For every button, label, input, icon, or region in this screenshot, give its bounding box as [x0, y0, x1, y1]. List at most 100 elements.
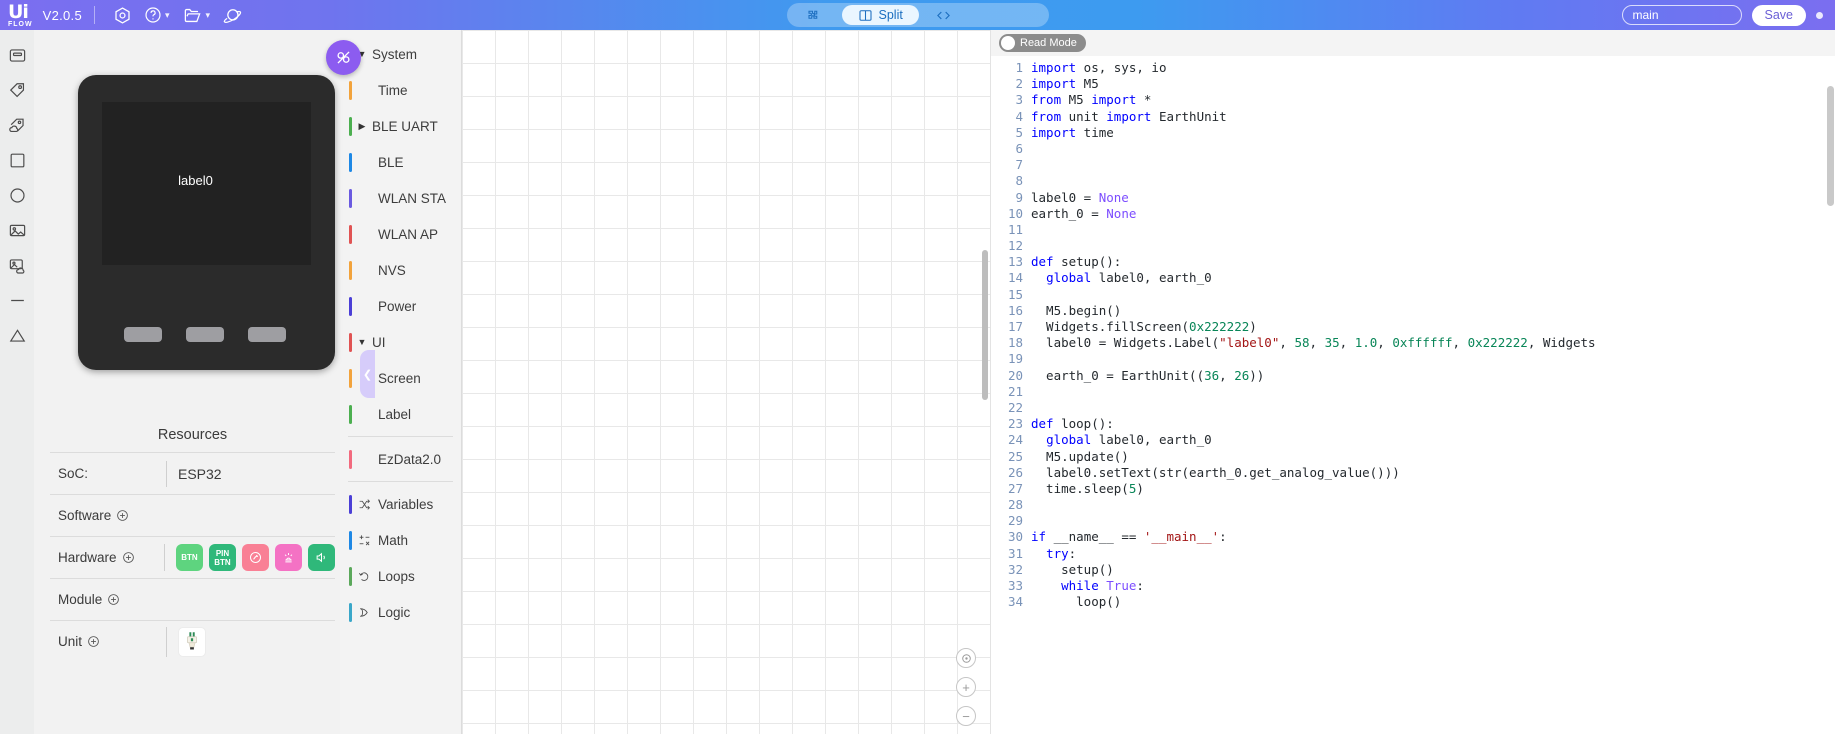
category-separator [348, 481, 453, 482]
zoom-out-button[interactable]: − [956, 706, 976, 726]
add-software-plus-icon[interactable] [116, 509, 129, 522]
circle-icon[interactable] [8, 186, 27, 205]
code-line-number: 6 [1015, 140, 1023, 156]
chip-pin-btn[interactable]: PIN BTN [209, 544, 236, 571]
category-ezdata[interactable]: EzData2.0 [340, 441, 461, 477]
category-label[interactable]: Label [340, 396, 461, 432]
code-line: def loop(): [1031, 416, 1114, 432]
center-target-icon[interactable] [956, 648, 976, 668]
chevron-down-icon[interactable]: ▼ [357, 337, 367, 347]
tab-blocks[interactable] [789, 5, 842, 25]
read-mode-toggle[interactable]: Read Mode [999, 34, 1086, 52]
code-line-number: 13 [1007, 254, 1023, 270]
code-line-number: 3 [1015, 92, 1023, 108]
add-module-plus-icon[interactable] [107, 593, 120, 606]
workspace-vertical-scrollbar[interactable] [982, 250, 988, 400]
category-variables[interactable]: Variables [340, 486, 461, 522]
square-icon[interactable] [8, 151, 27, 170]
header-divider [94, 6, 95, 24]
resource-value-wrap: ESP32 [166, 460, 222, 487]
category-loops[interactable]: Loops [340, 558, 461, 594]
category-logic[interactable]: Logic [340, 594, 461, 630]
triangle-icon[interactable] [8, 326, 27, 345]
chip-btn[interactable]: BTN [176, 544, 203, 571]
code-panel: Read Mode 1 2 3 4 5 6 7 8 9 10 11 12 13 14 15 16 17 18 19 2… [990, 30, 1835, 734]
chip-earth-unit[interactable] [178, 626, 206, 657]
code-line-number: 23 [1007, 416, 1023, 432]
resource-key-label: Software [58, 508, 112, 523]
folder-icon[interactable]: ▾ [182, 6, 211, 25]
add-hardware-plus-icon[interactable] [122, 551, 135, 564]
device-button-c[interactable] [248, 327, 286, 342]
code-line: label0 = Widgets.Label("label0", 58, 35,… [1031, 335, 1596, 351]
category-ble[interactable]: BLE [340, 144, 461, 180]
project-name-input[interactable] [1621, 5, 1742, 25]
save-button[interactable]: Save [1751, 4, 1806, 26]
hexagon-settings-icon[interactable] [113, 6, 132, 25]
collapse-panel-handle[interactable]: ❮ [360, 350, 375, 398]
code-vertical-scrollbar[interactable] [1827, 86, 1834, 206]
category-nvs[interactable]: NVS [340, 252, 461, 288]
zoom-in-button[interactable]: + [956, 677, 976, 697]
chip-speaker[interactable] [308, 544, 335, 571]
chip-rfid[interactable] [242, 544, 269, 571]
window-icon[interactable] [8, 46, 27, 65]
code-line: label0 = None [1031, 189, 1129, 205]
category-label: UI [372, 334, 386, 350]
resource-key: SoC: [58, 466, 89, 481]
tab-split[interactable]: Split [841, 5, 919, 25]
category-screen[interactable]: Screen [340, 360, 461, 396]
resource-key-label: Unit [58, 634, 83, 649]
soc-value: ESP32 [178, 465, 222, 482]
code-editor[interactable]: 1 2 3 4 5 6 7 8 9 10 11 12 13 14 15 16 17 18 19 20 21 22 23 24 2… [991, 56, 1835, 734]
chevron-down-icon[interactable]: ▾ [206, 10, 211, 21]
category-label: WLAN STA [378, 190, 447, 206]
app-logo[interactable]: Ui FLOW [8, 2, 33, 28]
category-power[interactable]: Power [340, 288, 461, 324]
category-separator [348, 436, 453, 437]
device-preview-column: label0 Resources SoC: ESP32 Software Har… [34, 30, 375, 734]
category-wlan-ap[interactable]: WLAN AP [340, 216, 461, 252]
view-mode-switch[interactable]: Split [786, 3, 1049, 27]
resource-row-module: Module [50, 578, 335, 620]
code-line: global label0, earth_0 [1046, 432, 1212, 448]
device-config-badge[interactable] [326, 40, 361, 75]
tag-cloud-icon[interactable] [8, 116, 27, 135]
category-time[interactable]: Time [340, 72, 461, 108]
planet-icon[interactable] [222, 6, 243, 25]
category-label: Variables [378, 496, 434, 512]
math-icon [357, 534, 373, 547]
chevron-down-icon[interactable]: ▾ [165, 10, 170, 21]
category-wlan-sta[interactable]: WLAN STA [340, 180, 461, 216]
image-icon[interactable] [8, 221, 27, 240]
code-panel-toolbar: Read Mode [991, 30, 1835, 56]
code-line-number: 20 [1007, 367, 1023, 383]
code-line-number: 4 [1015, 108, 1023, 124]
tag-icon[interactable] [8, 81, 27, 100]
chip-rgb-led[interactable] [275, 544, 302, 571]
category-math[interactable]: Math [340, 522, 461, 558]
image-cloud-icon[interactable] [8, 256, 27, 275]
device-button-b[interactable] [186, 327, 224, 342]
category-ble-uart[interactable]: ▶ BLE UART [340, 108, 461, 144]
code-line: while True: [1061, 578, 1144, 593]
blockly-workspace[interactable]: Setup Begin initialization True Init bui… [462, 30, 990, 734]
code-line-number: 14 [1007, 270, 1023, 286]
category-ui[interactable]: ▼ UI [340, 324, 461, 360]
code-line-number: 9 [1015, 189, 1023, 205]
device-screen[interactable]: label0 [102, 102, 311, 265]
add-unit-plus-icon[interactable] [87, 635, 100, 648]
device-button-a[interactable] [124, 327, 162, 342]
resource-key: Module [58, 592, 166, 607]
category-label: BLE UART [372, 118, 438, 134]
chevron-right-icon[interactable]: ▶ [357, 121, 367, 132]
tab-code[interactable] [919, 5, 974, 25]
code-content[interactable]: import os, sys, io import M5 from M5 impor… [1031, 56, 1835, 734]
help-icon[interactable]: ▾ [144, 6, 170, 24]
status-dot [1816, 11, 1823, 19]
line-icon[interactable] [8, 291, 27, 310]
